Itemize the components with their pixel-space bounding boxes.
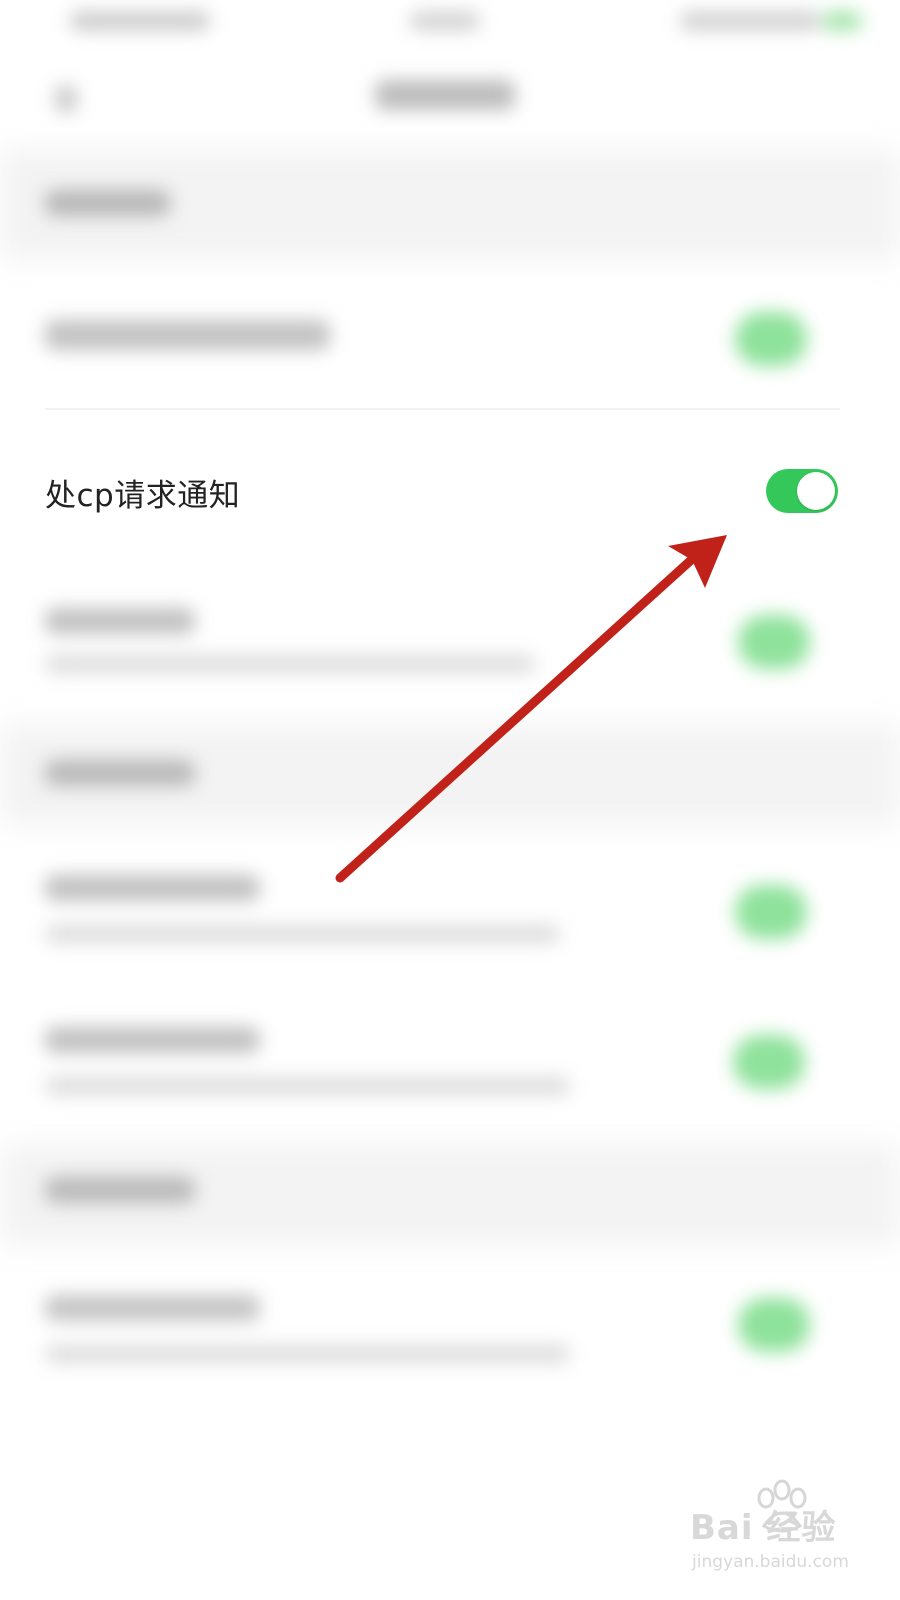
status-bar-time	[70, 12, 210, 30]
battery-icon	[822, 12, 862, 30]
setting-row-obscured[interactable]	[0, 290, 900, 390]
status-bar-center	[410, 12, 480, 30]
back-arrow-icon[interactable]	[55, 85, 77, 113]
settings-screen: 处cp请求通知 Bai 经验 jingyan.baidu.com	[0, 0, 900, 1600]
page-title	[375, 80, 515, 110]
setting-row-label: 处cp请求通知	[45, 478, 241, 514]
setting-row-obscured[interactable]	[0, 1005, 900, 1125]
baidu-watermark: Bai 经验 jingyan.baidu.com	[690, 1479, 880, 1590]
setting-row-cp-request-notification: 处cp请求通知	[0, 440, 900, 540]
status-bar-indicators	[680, 12, 820, 30]
status-bar	[0, 0, 900, 50]
nav-bar	[0, 55, 900, 145]
section-header-title	[40, 755, 210, 791]
watermark-brand: Bai 经验	[690, 1508, 837, 1548]
setting-row-obscured[interactable]	[0, 1270, 900, 1390]
cp-request-notification-toggle[interactable]	[766, 469, 838, 513]
section-header-title	[40, 1172, 210, 1208]
watermark-url: jingyan.baidu.com	[692, 1552, 849, 1572]
setting-row-obscured[interactable]	[0, 850, 900, 970]
row-divider	[45, 408, 840, 410]
section-header-title	[40, 185, 180, 221]
toggle-knob	[797, 472, 835, 510]
setting-row-obscured[interactable]	[0, 580, 900, 700]
